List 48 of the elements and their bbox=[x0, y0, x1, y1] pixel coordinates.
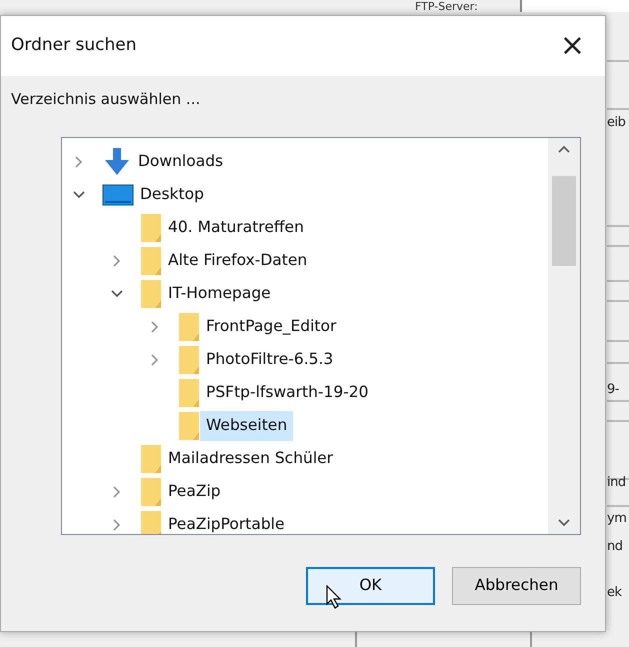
folder-icon bbox=[178, 312, 200, 342]
tree-item[interactable]: PeaZip bbox=[162, 477, 227, 507]
prompt-text: Verzeichnis auswählen ... bbox=[11, 89, 202, 110]
scroll-down-icon bbox=[557, 518, 571, 528]
folder-icon bbox=[140, 444, 162, 474]
desktop-icon bbox=[102, 182, 134, 208]
chevron-right-icon[interactable] bbox=[74, 155, 84, 169]
dialog-button[interactable]: Abbrechen bbox=[452, 566, 581, 604]
tree-item[interactable]: Downloads bbox=[132, 147, 230, 177]
close-button[interactable]: × bbox=[554, 31, 591, 61]
download-icon bbox=[102, 147, 132, 177]
tree-item[interactable]: Alte Firefox-Daten bbox=[162, 246, 314, 276]
window-title: Ordner suchen bbox=[11, 34, 136, 58]
chevron-down-icon[interactable] bbox=[72, 190, 86, 200]
chevron-right-icon[interactable] bbox=[150, 353, 160, 367]
tree-item[interactable]: Desktop bbox=[134, 180, 210, 210]
partial-text: ym bbox=[607, 510, 626, 528]
partial-text: 9- bbox=[607, 381, 619, 399]
folder-icon bbox=[140, 510, 162, 534]
folder-icon bbox=[140, 279, 162, 309]
folder-icon bbox=[140, 246, 162, 276]
tree-item[interactable]: IT-Homepage bbox=[162, 279, 277, 309]
chevron-right-icon[interactable] bbox=[112, 485, 122, 499]
folder-icon bbox=[178, 411, 200, 441]
scroll-thumb[interactable] bbox=[552, 176, 576, 266]
partial-text: ek bbox=[607, 584, 622, 602]
tree-item[interactable]: Mailadressen Schüler bbox=[162, 444, 340, 474]
field-label: FTP-Server: bbox=[415, 0, 478, 13]
folder-icon bbox=[140, 213, 162, 243]
folder-icon bbox=[178, 345, 200, 375]
tree-item[interactable]: FrontPage_Editor bbox=[200, 312, 342, 342]
tree-item[interactable]: PSFtp-lfswarth-19-20 bbox=[200, 378, 375, 408]
partial-text: nd bbox=[607, 538, 622, 556]
scroll-up-icon bbox=[557, 144, 571, 154]
chevron-right-icon[interactable] bbox=[112, 254, 122, 268]
partial-text: eib bbox=[607, 114, 626, 132]
chevron-down-icon[interactable] bbox=[110, 289, 124, 299]
partial-text: ind bbox=[607, 474, 626, 492]
chevron-right-icon[interactable] bbox=[112, 518, 122, 532]
tree-item[interactable]: 40. Maturatreffen bbox=[162, 213, 310, 243]
cursor-icon bbox=[326, 584, 342, 608]
chevron-right-icon[interactable] bbox=[150, 320, 160, 334]
tree-item[interactable]: PeaZipPortable bbox=[162, 510, 290, 534]
folder-icon bbox=[178, 378, 200, 408]
folder-icon bbox=[140, 477, 162, 507]
tree-item[interactable]: PhotoFiltre-6.5.3 bbox=[200, 345, 340, 375]
tree-item[interactable]: Webseiten bbox=[200, 411, 294, 441]
scrollbar[interactable] bbox=[548, 138, 580, 534]
